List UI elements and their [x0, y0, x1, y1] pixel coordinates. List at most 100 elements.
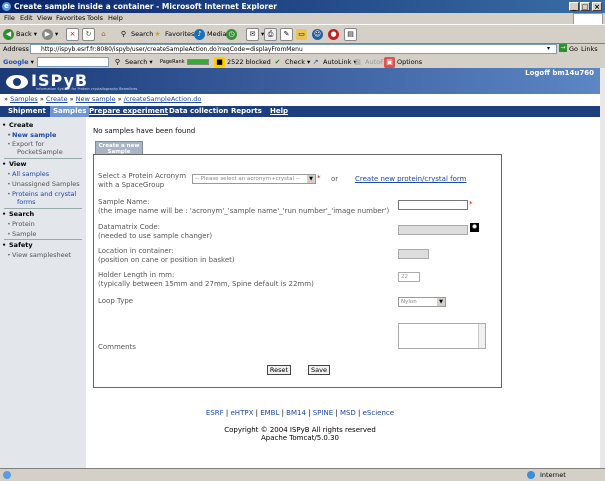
research-button[interactable]: ● — [328, 28, 339, 40]
tab-prepare-experiment[interactable]: Prepare experiment — [89, 107, 168, 115]
history-button[interactable]: ◷ — [226, 28, 237, 40]
loop-type-select[interactable]: Nylon ▼ — [398, 297, 446, 307]
autolink-button[interactable]: ↗ AutoLink ▾ — [310, 56, 357, 68]
footer-link-msd[interactable]: MSD — [340, 409, 356, 417]
protein-acronym-select[interactable]: -- Please select an acronym+crystal -- ▼ — [192, 174, 316, 184]
footer-link-bm14[interactable]: BM14 — [286, 409, 306, 417]
comments-scrollbar[interactable] — [478, 324, 485, 348]
footer-link-ehtpx[interactable]: eHTPX — [231, 409, 254, 417]
refresh-button[interactable]: ↻ — [82, 27, 95, 41]
messenger-button[interactable]: ☺ — [312, 28, 323, 40]
tab-reports[interactable]: Reports — [231, 107, 262, 115]
breadcrumb-new-sample[interactable]: New sample — [76, 95, 116, 103]
footer-link-esrf[interactable]: ESRF — [206, 409, 224, 417]
media-button[interactable]: ♪ Media — [194, 28, 227, 40]
stop-icon: × — [66, 27, 79, 41]
breadcrumb-create[interactable]: Create — [46, 95, 68, 103]
menu-file[interactable]: File — [4, 14, 15, 22]
main-nav: Shipment Samples Prepare experiment Data… — [0, 106, 600, 117]
google-search-input[interactable] — [37, 57, 109, 67]
edit-icon: ✎ — [280, 27, 293, 41]
footer-link-spine[interactable]: SPINE — [313, 409, 333, 417]
save-button[interactable]: Save — [308, 365, 330, 375]
menu-help[interactable]: Help — [108, 14, 123, 22]
mail-button[interactable]: ✉ ▾ — [246, 27, 264, 41]
sidebar-section-search: Search — [2, 210, 34, 218]
minimize-button[interactable]: _ — [569, 2, 579, 11]
address-dropdown-icon[interactable]: ▾ — [547, 45, 550, 52]
sidebar-divider — [4, 208, 82, 209]
links-button[interactable]: Links — [581, 45, 598, 53]
folder-icon: ▭ — [296, 28, 307, 40]
sidebar-item-all-samples[interactable]: All samples — [7, 170, 49, 178]
menu-tools[interactable]: Tools — [87, 14, 103, 22]
sidebar-section-create: Create — [2, 121, 33, 129]
messenger-icon: ☺ — [312, 28, 323, 40]
footer-link-escience[interactable]: eScience — [363, 409, 394, 417]
go-arrow-icon[interactable]: → — [559, 44, 567, 52]
breadcrumb-action[interactable]: /createSampleAction.do — [124, 95, 202, 103]
back-button[interactable]: ◀ Back ▾ — [3, 28, 37, 40]
sidebar-item-unassigned[interactable]: Unassigned Samples — [7, 180, 80, 188]
folder-button[interactable]: ▭ — [296, 28, 307, 40]
sidebar-item-protein[interactable]: Protein — [7, 220, 35, 228]
protein-label: Select a Protein Acronym with a SpaceGro… — [98, 172, 187, 189]
discuss-button[interactable]: ▤ — [344, 27, 357, 41]
forward-arrow-icon: ▶ — [42, 28, 53, 40]
create-protein-link[interactable]: Create new protein/crystal form — [355, 175, 466, 184]
comments-textarea[interactable] — [398, 323, 486, 349]
breadcrumb-samples[interactable]: Samples — [10, 95, 38, 103]
tab-shipment[interactable]: Shipment — [8, 107, 46, 115]
sidebar-item-new-sample[interactable]: New sample — [7, 131, 56, 139]
sidebar-item-sample[interactable]: Sample — [7, 230, 36, 238]
reset-button[interactable]: Reset — [267, 365, 291, 375]
go-button[interactable]: Go — [569, 45, 578, 53]
home-button[interactable]: ⌂ — [98, 28, 109, 40]
sidebar-divider — [4, 239, 82, 240]
page-scrollbar[interactable] — [600, 68, 605, 468]
tab-create-new-sample[interactable]: Create a new Sample — [95, 141, 143, 155]
status-bar: Internet — [0, 468, 605, 481]
forward-button[interactable]: ▶ ▾ — [42, 28, 58, 40]
sidebar-item-export[interactable]: Export for — [7, 140, 44, 148]
print-button[interactable]: ⎙ — [264, 27, 277, 41]
menu-view[interactable]: View — [37, 14, 52, 22]
tab-help[interactable]: Help — [270, 107, 288, 115]
sidebar-item-export-line2[interactable]: PocketSample — [17, 148, 63, 156]
sample-name-input[interactable] — [398, 200, 468, 210]
holder-length-label: Holder Length in mm: (typically between … — [98, 271, 314, 288]
eye-logo-icon — [6, 74, 28, 89]
chevron-down-icon: ▼ — [437, 298, 445, 306]
popup-blocker-button[interactable]: ■ 2522 blocked — [214, 56, 271, 68]
menu-favorites[interactable]: Favorites — [56, 14, 85, 22]
holder-length-input[interactable]: 22 — [398, 272, 420, 282]
sidebar-item-samplesheet[interactable]: View samplesheet — [7, 251, 71, 259]
logoff-link[interactable]: Logoff bm14u760 — [525, 69, 594, 77]
pagerank-bar-icon — [186, 59, 209, 65]
options-button[interactable]: ▣ Options — [384, 56, 422, 68]
location-input[interactable] — [398, 249, 429, 259]
required-marker: * — [469, 200, 473, 208]
breadcrumb: » Samples » Create » New sample » /creat… — [4, 95, 202, 103]
maximize-button[interactable]: □ — [580, 2, 590, 11]
google-search-button[interactable]: ⚲ Search ▾ — [112, 56, 153, 68]
search-button[interactable]: ⚲ Search — [118, 28, 153, 40]
sidebar-item-proteins[interactable]: Proteins and crystal — [7, 190, 76, 198]
address-input[interactable]: http://ispyb.esrf.fr:8080/ispyb/user/cre… — [30, 44, 557, 54]
close-button[interactable]: × — [592, 2, 602, 11]
favorites-button[interactable]: ★ Favorites — [152, 28, 194, 40]
tab-data-collection[interactable]: Data collection — [169, 107, 228, 115]
menu-edit[interactable]: Edit — [20, 14, 33, 22]
sidebar-item-proteins-line2[interactable]: forms — [17, 198, 36, 206]
history-icon: ◷ — [226, 28, 237, 40]
footer-link-embl[interactable]: EMBL — [260, 409, 279, 417]
print-icon: ⎙ — [264, 27, 277, 41]
or-label: or — [331, 175, 339, 183]
spellcheck-button[interactable]: ✔ Check ▾ — [272, 56, 311, 68]
gear-icon[interactable]: ✹ — [470, 223, 479, 232]
datamatrix-input[interactable] — [398, 225, 468, 235]
tab-samples[interactable]: Samples — [50, 106, 90, 117]
google-logo[interactable]: Google ▾ — [3, 56, 34, 68]
edit-button[interactable]: ✎ — [280, 27, 293, 41]
stop-button[interactable]: × — [66, 27, 79, 41]
